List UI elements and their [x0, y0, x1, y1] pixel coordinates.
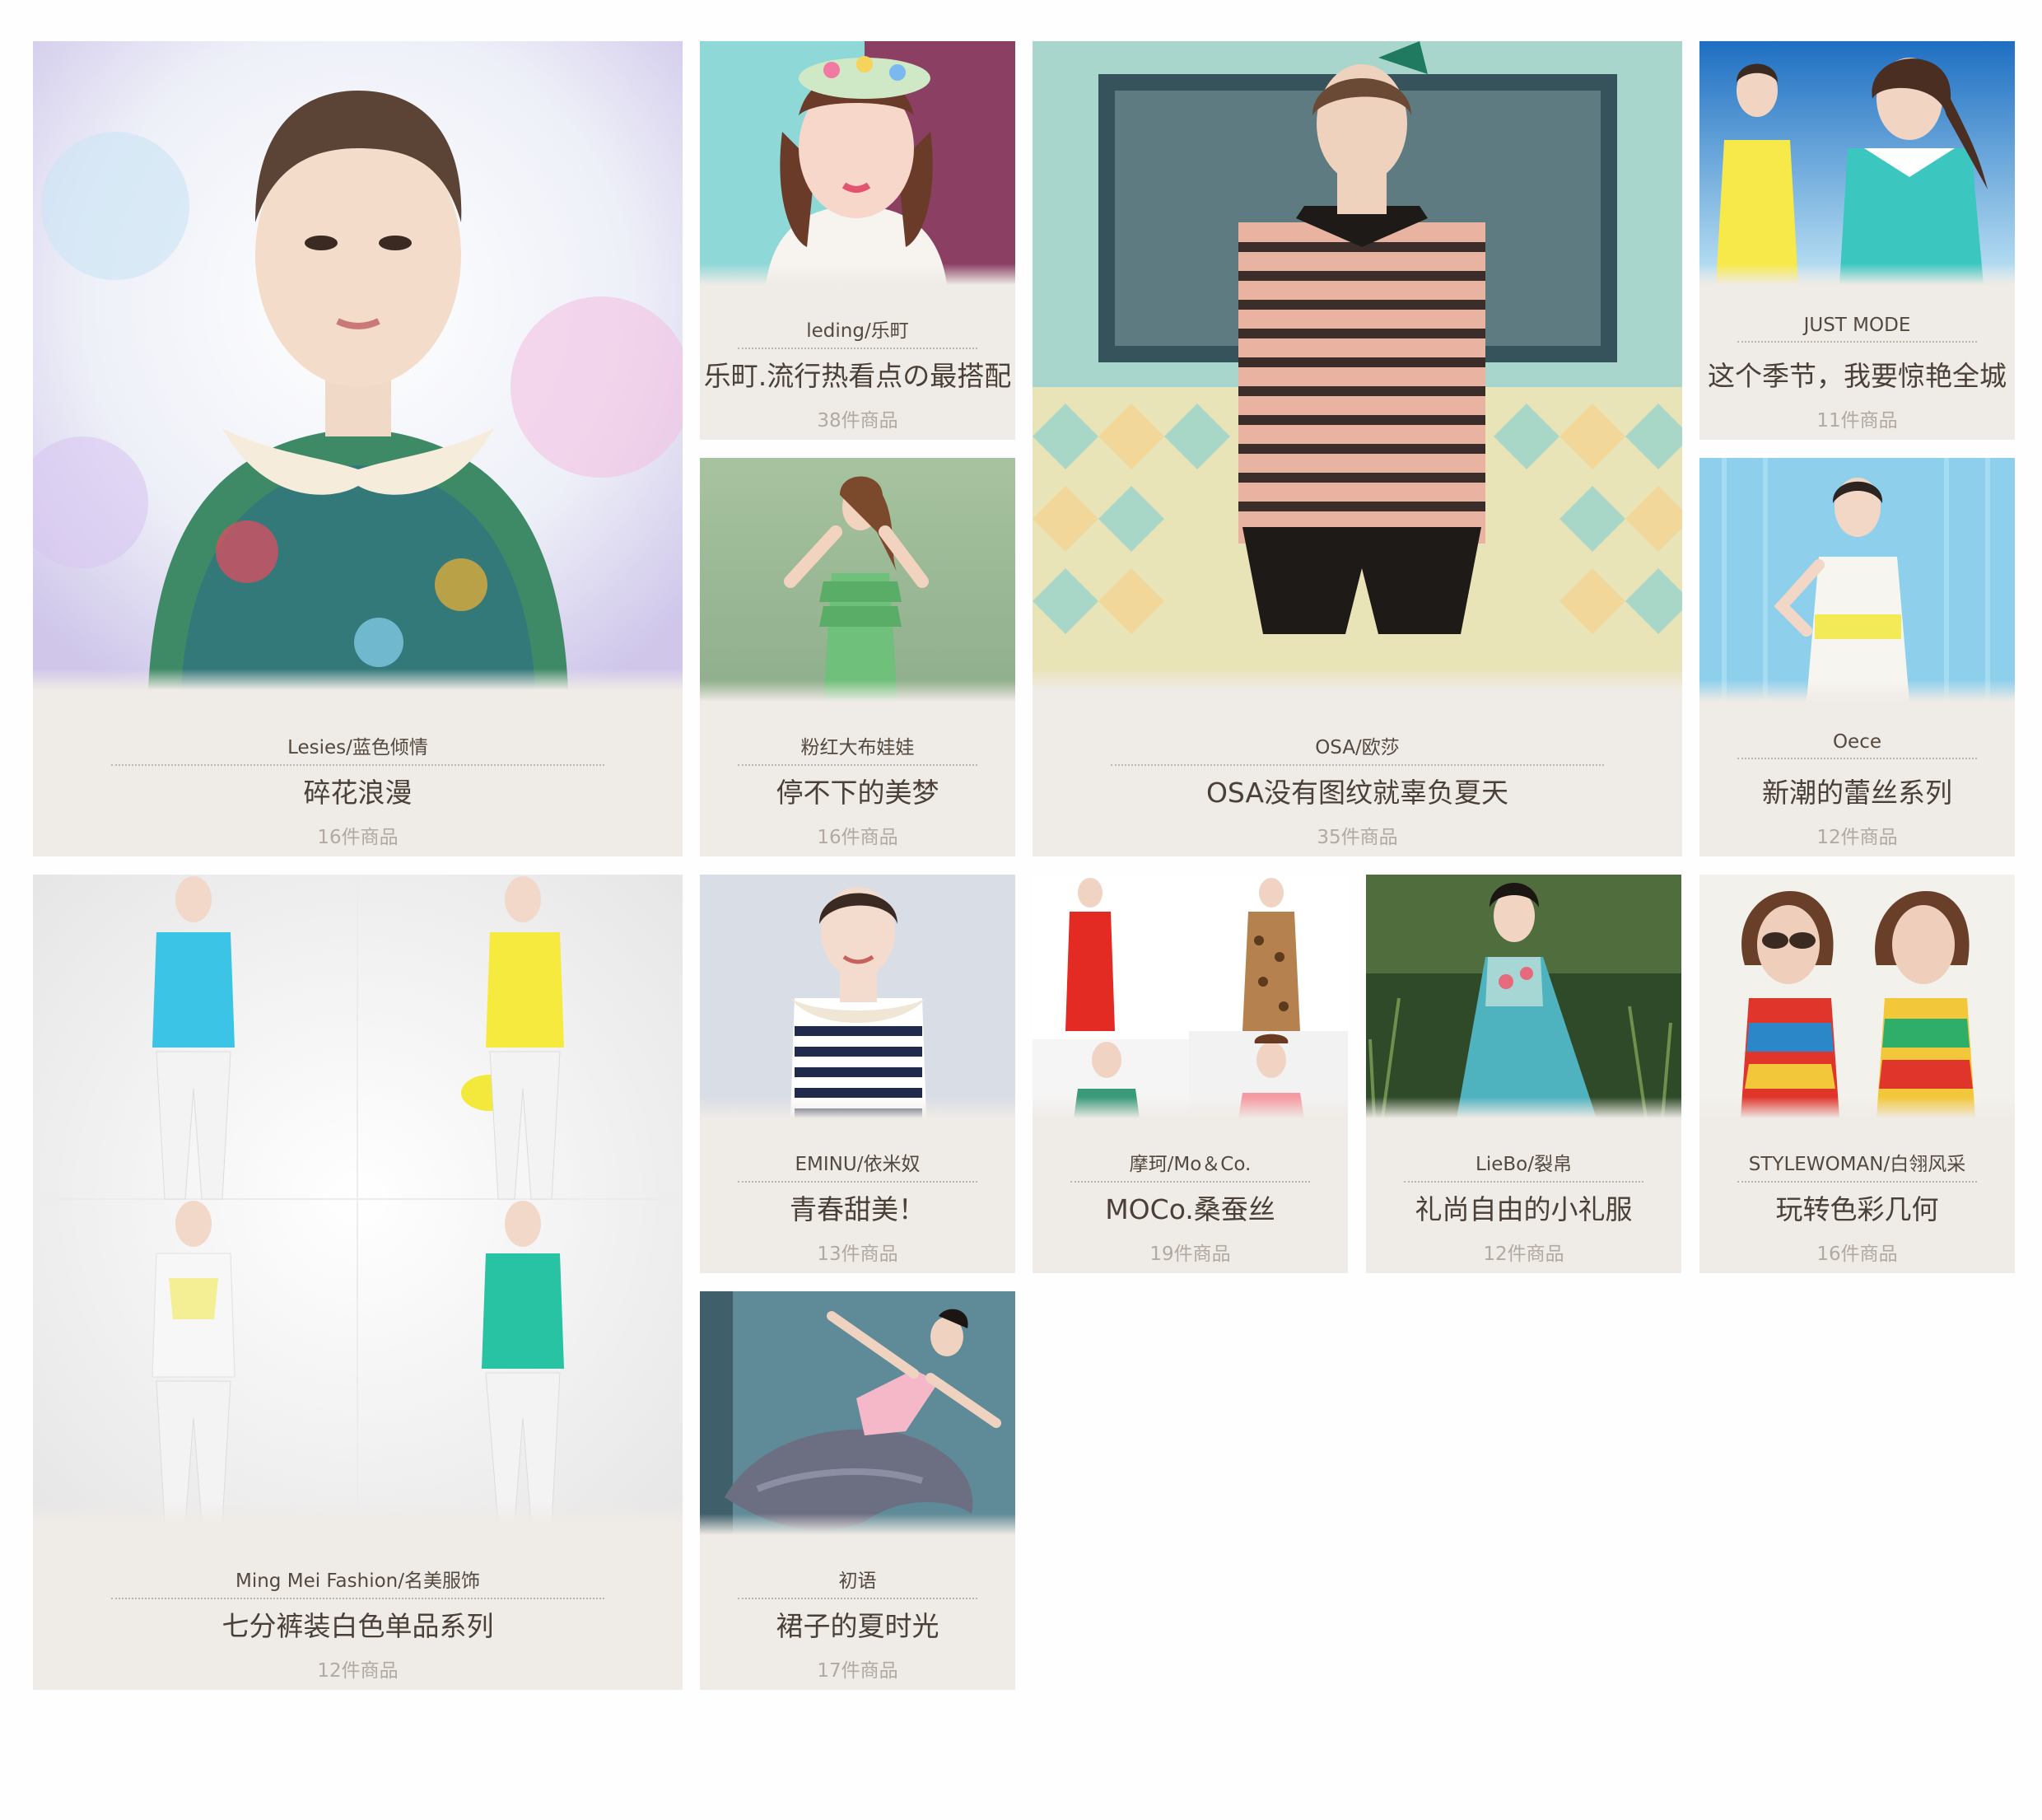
collection-card-ming-mei[interactable]: Ming Mei Fashion/名美服饰 七分裤装白色单品系列 12件商品: [33, 875, 683, 1690]
collection-card-chuyu[interactable]: 初语 裙子的夏时光 17件商品: [700, 1291, 1015, 1690]
collection-info: LieBo/裂帛 礼尚自由的小礼服 12件商品: [1366, 1117, 1681, 1273]
collection-card-osa[interactable]: OSA/欧莎 OSA没有图纹就辜负夏天 35件商品: [1033, 41, 1682, 856]
collection-card-just-mode[interactable]: JUST MODE 这个季节，我要惊艳全城 11件商品: [1699, 41, 2015, 440]
item-count: 19件商品: [1149, 1244, 1231, 1265]
collection-title[interactable]: 停不下的美梦: [700, 771, 1015, 810]
collection-title[interactable]: 青春甜美！: [700, 1188, 1015, 1227]
collection-info: STYLEWOMAN/白翎风采 玩转色彩几何 16件商品: [1699, 1117, 2015, 1273]
item-count: 12件商品: [1483, 1244, 1564, 1265]
brand-name[interactable]: Oece: [1737, 731, 1978, 759]
collection-photo[interactable]: [700, 458, 1015, 702]
brand-name[interactable]: Ming Mei Fashion/名美服饰: [110, 1565, 605, 1599]
brand-name[interactable]: Lesies/蓝色倾情: [110, 731, 605, 766]
collection-card-liebo[interactable]: LieBo/裂帛 礼尚自由的小礼服 12件商品: [1366, 875, 1681, 1273]
brand-name[interactable]: STYLEWOMAN/白翎风采: [1737, 1148, 1978, 1183]
collection-photo[interactable]: [1366, 875, 1681, 1118]
collection-card-leding[interactable]: leding/乐町 乐町.流行热看点の最搭配 38件商品: [700, 41, 1015, 440]
collection-title[interactable]: 这个季节，我要惊艳全城: [1699, 354, 2015, 394]
brand-name[interactable]: leding/乐町: [737, 315, 978, 349]
item-count: 16件商品: [317, 827, 399, 848]
collection-card-oece[interactable]: Oece 新潮的蕾丝系列 12件商品: [1699, 458, 2015, 856]
collection-card-lesies[interactable]: Lesies/蓝色倾情 碎花浪漫 16件商品: [33, 41, 683, 856]
collection-title[interactable]: OSA没有图纹就辜负夏天: [1033, 771, 1682, 810]
collection-info: 初语 裙子的夏时光 17件商品: [700, 1533, 1015, 1690]
collection-photo[interactable]: [1699, 41, 2015, 285]
collection-photo[interactable]: [1699, 458, 2015, 702]
brand-name[interactable]: LieBo/裂帛: [1403, 1148, 1644, 1183]
item-count: 17件商品: [817, 1660, 898, 1682]
collection-info: leding/乐町 乐町.流行热看点の最搭配 38件商品: [700, 283, 1015, 440]
collection-info: 摩珂/Mo＆Co. MOCo.桑蚕丝 19件商品: [1033, 1117, 1348, 1273]
collection-info: EMINU/依米奴 青春甜美！ 13件商品: [700, 1117, 1015, 1273]
collection-title[interactable]: MOCo.桑蚕丝: [1033, 1188, 1348, 1227]
collection-info: OSA/欧莎 OSA没有图纹就辜负夏天 35件商品: [1033, 700, 1682, 856]
collection-title[interactable]: 七分裤装白色单品系列: [33, 1604, 683, 1644]
collection-photo[interactable]: [700, 41, 1015, 285]
collection-info: Oece 新潮的蕾丝系列 12件商品: [1699, 700, 2015, 856]
collection-title[interactable]: 礼尚自由的小礼服: [1366, 1188, 1681, 1227]
item-count: 16件商品: [817, 827, 898, 848]
collection-title[interactable]: 乐町.流行热看点の最搭配: [700, 354, 1015, 394]
brand-name[interactable]: 粉红大布娃娃: [737, 731, 978, 766]
brand-name[interactable]: EMINU/依米奴: [737, 1148, 978, 1183]
collection-info: 粉红大布娃娃 停不下的美梦 16件商品: [700, 700, 1015, 856]
collection-card-stylewoman[interactable]: STYLEWOMAN/白翎风采 玩转色彩几何 16件商品: [1699, 875, 2015, 1273]
collection-title[interactable]: 裙子的夏时光: [700, 1604, 1015, 1644]
collection-info: Ming Mei Fashion/名美服饰 七分裤装白色单品系列 12件商品: [33, 1533, 683, 1690]
collection-photo[interactable]: [33, 41, 683, 690]
brand-name[interactable]: JUST MODE: [1737, 315, 1978, 343]
item-count: 12件商品: [317, 1660, 399, 1682]
collection-title[interactable]: 新潮的蕾丝系列: [1699, 771, 2015, 810]
brand-name[interactable]: 初语: [737, 1565, 978, 1599]
item-count: 11件商品: [1816, 410, 1898, 432]
item-count: 16件商品: [1816, 1244, 1898, 1265]
brand-name[interactable]: OSA/欧莎: [1110, 731, 1605, 766]
item-count: 12件商品: [1816, 827, 1898, 848]
item-count: 35件商品: [1317, 827, 1398, 848]
collection-photo[interactable]: [33, 875, 683, 1524]
brand-name[interactable]: 摩珂/Mo＆Co.: [1070, 1148, 1311, 1183]
collection-info: JUST MODE 这个季节，我要惊艳全城 11件商品: [1699, 283, 2015, 440]
item-count: 13件商品: [817, 1244, 898, 1265]
collection-card-moco[interactable]: 摩珂/Mo＆Co. MOCo.桑蚕丝 19件商品: [1033, 875, 1348, 1273]
collection-title[interactable]: 玩转色彩几何: [1699, 1188, 2015, 1227]
collection-info: Lesies/蓝色倾情 碎花浪漫 16件商品: [33, 700, 683, 856]
collection-photo[interactable]: [700, 1291, 1015, 1535]
collection-card-doll[interactable]: 粉红大布娃娃 停不下的美梦 16件商品: [700, 458, 1015, 856]
item-count: 38件商品: [817, 410, 898, 432]
collection-title[interactable]: 碎花浪漫: [33, 771, 683, 810]
collection-photo[interactable]: [1033, 875, 1348, 1118]
collection-photo[interactable]: [700, 875, 1015, 1118]
collection-card-eminu[interactable]: EMINU/依米奴 青春甜美！ 13件商品: [700, 875, 1015, 1273]
collection-photo[interactable]: [1699, 875, 2015, 1118]
collection-photo[interactable]: [1033, 41, 1682, 690]
